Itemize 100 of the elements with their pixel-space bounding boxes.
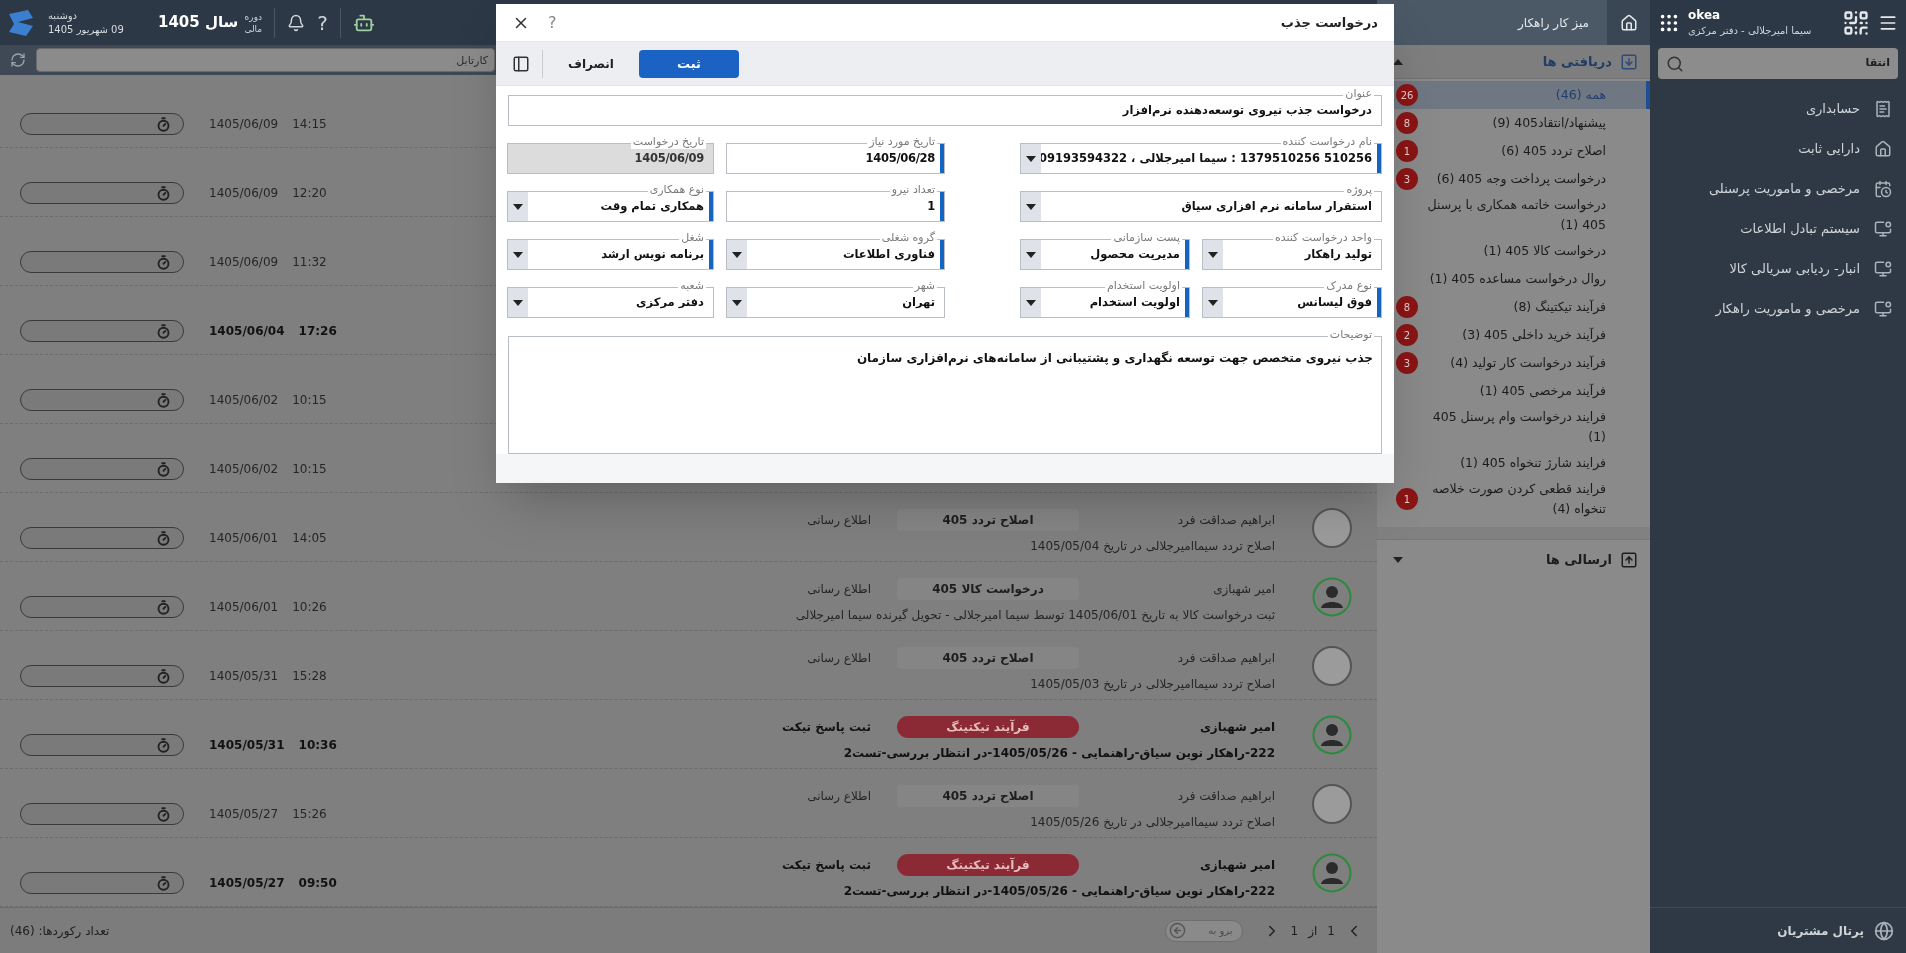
page-total: 1 — [1290, 922, 1299, 940]
process-tag: فرآیند تیکتینگ — [897, 716, 1079, 738]
refresh-icon[interactable] — [10, 52, 26, 68]
caret-icon[interactable] — [1026, 203, 1036, 210]
stopwatch-icon — [156, 254, 171, 270]
search-field[interactable]: کارتابل — [36, 48, 495, 72]
category-label: فرآیند مرخصی 405 (1) — [1478, 382, 1606, 400]
stopwatch-icon — [156, 806, 171, 822]
dialog-title: درخواست جذب — [1280, 13, 1378, 32]
page-of-text: از — [1308, 922, 1318, 940]
user-name: سیما امیرجلالی - دفتر مرکزی — [1688, 23, 1812, 38]
time-text: 10:15 — [292, 392, 327, 409]
stopwatch-icon — [156, 875, 171, 891]
message-type: اطلاع رسانی — [807, 788, 871, 805]
time-text: 12:20 — [292, 185, 327, 202]
count-badge: 1 — [1396, 488, 1418, 510]
sender-name: امیر شهبازی — [1212, 581, 1275, 598]
subject-chip: اصلاح تردد 405 — [897, 647, 1079, 669]
caret-icon[interactable] — [1393, 58, 1403, 65]
message-type: اطلاع رسانی — [807, 581, 871, 598]
message-description: اصلاح تردد سیماامیرجلالی در تاریخ 1405/05/04 — [1030, 538, 1275, 555]
caret-icon[interactable] — [1026, 155, 1036, 162]
monitor-icon — [1874, 260, 1892, 278]
submit-button[interactable]: ثبت — [639, 49, 739, 78]
caret-icon[interactable] — [513, 251, 523, 258]
inbox-download-icon — [1620, 52, 1638, 71]
module-menu-item[interactable]: انبار- ردیابی سریالی کالا — [1650, 249, 1906, 289]
category-label: درخواست پرداخت وجه 405 (6) — [1435, 170, 1606, 189]
module-menu-item[interactable]: حسابداری — [1650, 89, 1906, 129]
caret-icon[interactable] — [1208, 299, 1218, 306]
field-label: نام درخواست کننده — [1280, 135, 1374, 149]
message-type: اطلاع رسانی — [807, 512, 871, 529]
record-count: تعداد رکوردها: (46) — [10, 922, 110, 940]
field-label: نوع مدرک — [1324, 279, 1374, 293]
sender-name: ابراهیم صداقت فرد — [1176, 788, 1275, 805]
home-icon[interactable] — [1619, 13, 1638, 32]
count-badge: 8 — [1396, 112, 1418, 134]
subject-chip: اصلاح تردد 405 — [897, 785, 1079, 807]
time-text: 14:05 — [292, 530, 327, 547]
caret-icon[interactable] — [1208, 251, 1218, 258]
category-label: درخواست خاتمه همکاری با پرسنل 405 (1) — [1426, 196, 1606, 234]
menu-search-field[interactable]: انتقا — [1658, 48, 1898, 79]
category-label: همه (46) — [1554, 86, 1606, 104]
field-label: عنوان — [1343, 87, 1374, 101]
time-text: 14:15 — [292, 116, 327, 133]
caret-icon[interactable] — [513, 203, 523, 210]
monitor-icon — [1874, 300, 1892, 318]
monitor-icon — [1874, 220, 1892, 238]
stopwatch-icon — [156, 737, 171, 753]
customer-portal-link[interactable]: پرتال مشتریان — [1777, 921, 1864, 940]
caret-icon[interactable] — [513, 299, 523, 306]
module-menu-item[interactable]: دارایی ثابت — [1650, 129, 1906, 169]
time-text: 11:32 — [292, 254, 327, 271]
app-name: okea — [1688, 7, 1721, 23]
module-menu-item[interactable]: مرخصی و ماموریت پرسنلی — [1650, 169, 1906, 209]
field-label: پست سازمانی — [1111, 231, 1182, 245]
stopwatch-icon — [156, 116, 171, 132]
subject-chip: اصلاح تردد 405 — [897, 509, 1079, 531]
workspace-tab[interactable]: میز کار راهکار — [1518, 13, 1589, 32]
module-menu-item[interactable]: مرخصی و ماموریت راهکار — [1650, 289, 1906, 329]
fiscal-year[interactable]: سال 1405 — [158, 11, 239, 34]
cancel-button[interactable]: انصراف — [549, 49, 633, 78]
caret-icon[interactable] — [1026, 299, 1036, 306]
subject-chip: درخواست کالا 405 — [897, 578, 1079, 600]
stopwatch-icon — [156, 530, 171, 546]
sent-title: ارسالی ها — [1545, 550, 1612, 569]
field-label: واحد درخواست کننده — [1272, 231, 1374, 245]
house-icon — [1874, 140, 1892, 158]
time-text: 09:50 — [298, 875, 337, 892]
sender-name: امیر شهبازی — [1198, 857, 1275, 874]
module-menu-item[interactable]: سیستم تبادل اطلاعات — [1650, 209, 1906, 249]
message-type: اطلاع رسانی — [807, 650, 871, 667]
stopwatch-icon — [156, 392, 171, 408]
help-button[interactable]: ? — [548, 10, 557, 35]
category-label: فرایند قطعی کردن صورت خلاصه تنخواه (4) — [1431, 480, 1606, 519]
count-badge: 26 — [1396, 84, 1418, 106]
go-to-page-placeholder: برو به — [1208, 924, 1234, 938]
category-label: روال درخواست مساعده 405 (1) — [1428, 270, 1606, 289]
message-description: 222-راهکار نوین سیاق-راهنمایی - 1405/05/26-در انتظار بررسی-تست2 — [843, 883, 1275, 900]
caret-icon[interactable] — [1026, 251, 1036, 258]
date-text: 1405/06/01 — [209, 599, 279, 616]
weekday-text: دوشنبه — [48, 8, 78, 23]
count-badge: 1 — [1396, 140, 1418, 162]
caret-icon[interactable] — [732, 251, 742, 258]
side-panel-icon[interactable] — [512, 54, 530, 73]
sender-name: امیر شهبازی — [1198, 719, 1275, 736]
search-icon[interactable] — [1666, 54, 1684, 73]
help-button[interactable]: ? — [317, 7, 328, 38]
field-label: اولویت استخدام — [1104, 279, 1182, 293]
caret-icon[interactable] — [732, 299, 742, 306]
sender-name: ابراهیم صداقت فرد — [1176, 650, 1275, 667]
time-text: 15:28 — [292, 668, 327, 685]
date-text: 1405/05/31 — [209, 737, 285, 754]
category-label: فرایند شارژ تنخواه 405 (1) — [1459, 454, 1606, 473]
stopwatch-icon — [156, 599, 171, 615]
qr-code-icon — [1842, 8, 1870, 37]
receipt-icon — [1874, 100, 1892, 118]
date-text: 1405/06/09 — [209, 116, 279, 133]
category-label: اصلاح تردد 405 (6) — [1500, 142, 1606, 160]
notification-bell-icon[interactable] — [287, 13, 306, 32]
